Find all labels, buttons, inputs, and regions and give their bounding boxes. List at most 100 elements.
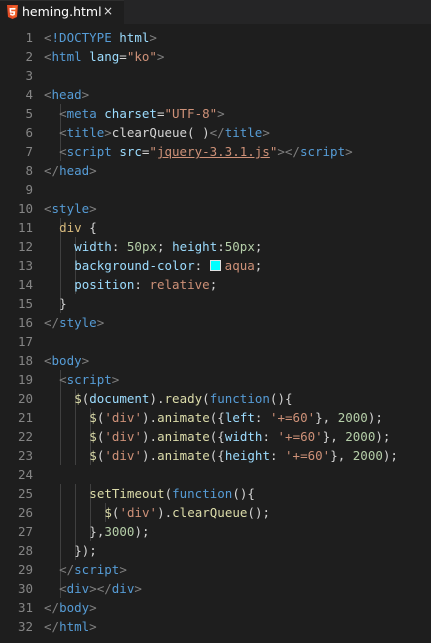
code-line[interactable]: 7 <script src="jquery-3.3.1.js"></script> — [0, 142, 431, 161]
code-line[interactable]: 14 position: relative; — [0, 275, 431, 294]
code-line[interactable]: 23 $('div').animate({height: '+=60'}, 200… — [0, 446, 431, 465]
code-token: > — [149, 30, 157, 45]
code-text: <div></div> — [59, 579, 142, 598]
indent-guide — [75, 484, 77, 503]
code-token: $ — [74, 391, 82, 406]
code-line[interactable]: 22 $('div').animate({width: '+=60'}, 2000… — [0, 427, 431, 446]
code-line[interactable]: 1 <!DOCTYPE html> — [0, 28, 431, 47]
code-token: ({ — [209, 410, 225, 425]
code-token: }, — [315, 410, 338, 425]
code-token: height — [172, 239, 218, 254]
code-line[interactable]: 9 — [0, 180, 431, 199]
code-line[interactable]: 24 — [0, 465, 431, 484]
close-icon[interactable]: × — [103, 4, 113, 18]
code-token: !DOCTYPE — [51, 30, 112, 45]
code-token: > — [81, 353, 90, 368]
code-token: script — [74, 562, 120, 577]
code-line[interactable]: 28}); — [0, 541, 431, 560]
code-token: width — [224, 429, 263, 444]
code-token: head — [59, 163, 90, 178]
code-token: }, — [330, 448, 353, 463]
code-token: ready — [164, 391, 203, 406]
code-text: <head> — [44, 85, 89, 104]
line-number: 13 — [17, 258, 33, 273]
code-token: </ — [44, 600, 60, 615]
code-token: clearQueue( ) — [111, 125, 210, 140]
code-token: </ — [44, 315, 60, 330]
line-number: 8 — [25, 163, 33, 178]
code-token: charset — [104, 106, 157, 121]
code-line[interactable]: 30 <div></div> — [0, 579, 431, 598]
code-line[interactable]: 11 div { — [0, 218, 431, 237]
code-text: <script> — [59, 370, 119, 389]
code-text: }); — [74, 541, 97, 560]
code-text: $('div').clearQueue(); — [104, 503, 270, 522]
line-number: 6 — [25, 125, 33, 140]
code-line[interactable]: 18 <body> — [0, 351, 431, 370]
tab-heming-html[interactable]: heming.html × — [0, 0, 124, 24]
code-token: { — [81, 220, 97, 235]
code-line[interactable]: 2 <html lang="ko"> — [0, 47, 431, 66]
indent-guide — [60, 427, 62, 446]
code-line[interactable]: 19 <script> — [0, 370, 431, 389]
code-text: width: 50px; height:50px; — [74, 237, 262, 256]
code-line[interactable]: 31 </body> — [0, 598, 431, 617]
code-line[interactable]: 8 </head> — [0, 161, 431, 180]
code-token: 2000 — [345, 429, 376, 444]
code-line[interactable]: 6 <title>clearQueue( )</title> — [0, 123, 431, 142]
indent-guide — [75, 503, 77, 522]
code-text: <meta charset="UTF-8"> — [59, 104, 225, 123]
code-token: ); — [367, 410, 383, 425]
code-line[interactable]: 12 width: 50px; height:50px; — [0, 237, 431, 256]
line-number: 4 — [25, 87, 33, 102]
code-token: : — [194, 258, 210, 273]
line-number: 31 — [17, 600, 33, 615]
line-number: 23 — [17, 448, 33, 463]
line-number: 18 — [17, 353, 33, 368]
code-token: > — [156, 49, 165, 64]
code-token: > — [96, 315, 105, 330]
code-line[interactable]: 17 — [0, 332, 431, 351]
code-line[interactable]: 15} — [0, 294, 431, 313]
code-line[interactable]: 3 — [0, 66, 431, 85]
color-swatch[interactable] — [209, 260, 221, 271]
code-line[interactable]: 26 $('div').clearQueue(); — [0, 503, 431, 522]
code-line[interactable]: 13 background-color: aqua; — [0, 256, 431, 275]
code-editor[interactable]: 1 <!DOCTYPE html> 2 <html lang="ko"> 3 4 <head… — [0, 24, 431, 643]
code-token: $ — [89, 448, 97, 463]
code-line[interactable]: 5 <meta charset="UTF-8"> — [0, 104, 431, 123]
code-token: ({ — [209, 448, 225, 463]
code-line[interactable]: 29 </script> — [0, 560, 431, 579]
code-line[interactable]: 32 </html> — [0, 617, 431, 636]
code-line[interactable]: 20 $(document).ready(function(){ — [0, 389, 431, 408]
line-number: 2 — [25, 49, 33, 64]
code-line[interactable]: 21 $('div').animate({left: '+=60'}, 2000)… — [0, 408, 431, 427]
code-line[interactable]: 10 <style> — [0, 199, 431, 218]
code-token: lang — [89, 49, 120, 64]
line-number: 20 — [17, 391, 33, 406]
code-token: relative — [149, 277, 210, 292]
code-token: div — [111, 581, 135, 596]
code-token: 2000 — [352, 448, 383, 463]
code-line[interactable]: 25 setTimeout(function(){ — [0, 484, 431, 503]
line-number: 7 — [25, 144, 33, 159]
code-token: ></ — [277, 144, 300, 159]
code-token: < — [44, 49, 52, 64]
code-token: html — [119, 30, 150, 45]
code-token: aqua — [224, 258, 255, 273]
indent-guide — [75, 408, 77, 427]
tab-filename: heming.html — [22, 4, 102, 19]
code-token: body — [59, 600, 90, 615]
indent-guide — [60, 541, 62, 560]
code-token: > — [89, 619, 97, 634]
code-token: ). — [142, 429, 158, 444]
code-token: < — [44, 201, 52, 216]
code-token: < — [59, 372, 67, 387]
code-line[interactable]: 27},3000); — [0, 522, 431, 541]
code-token: 3000 — [104, 524, 135, 539]
code-text: </body> — [44, 598, 97, 617]
code-token: < — [44, 353, 52, 368]
code-token: ). — [142, 410, 158, 425]
code-line[interactable]: 4 <head> — [0, 85, 431, 104]
code-line[interactable]: 16 </style> — [0, 313, 431, 332]
